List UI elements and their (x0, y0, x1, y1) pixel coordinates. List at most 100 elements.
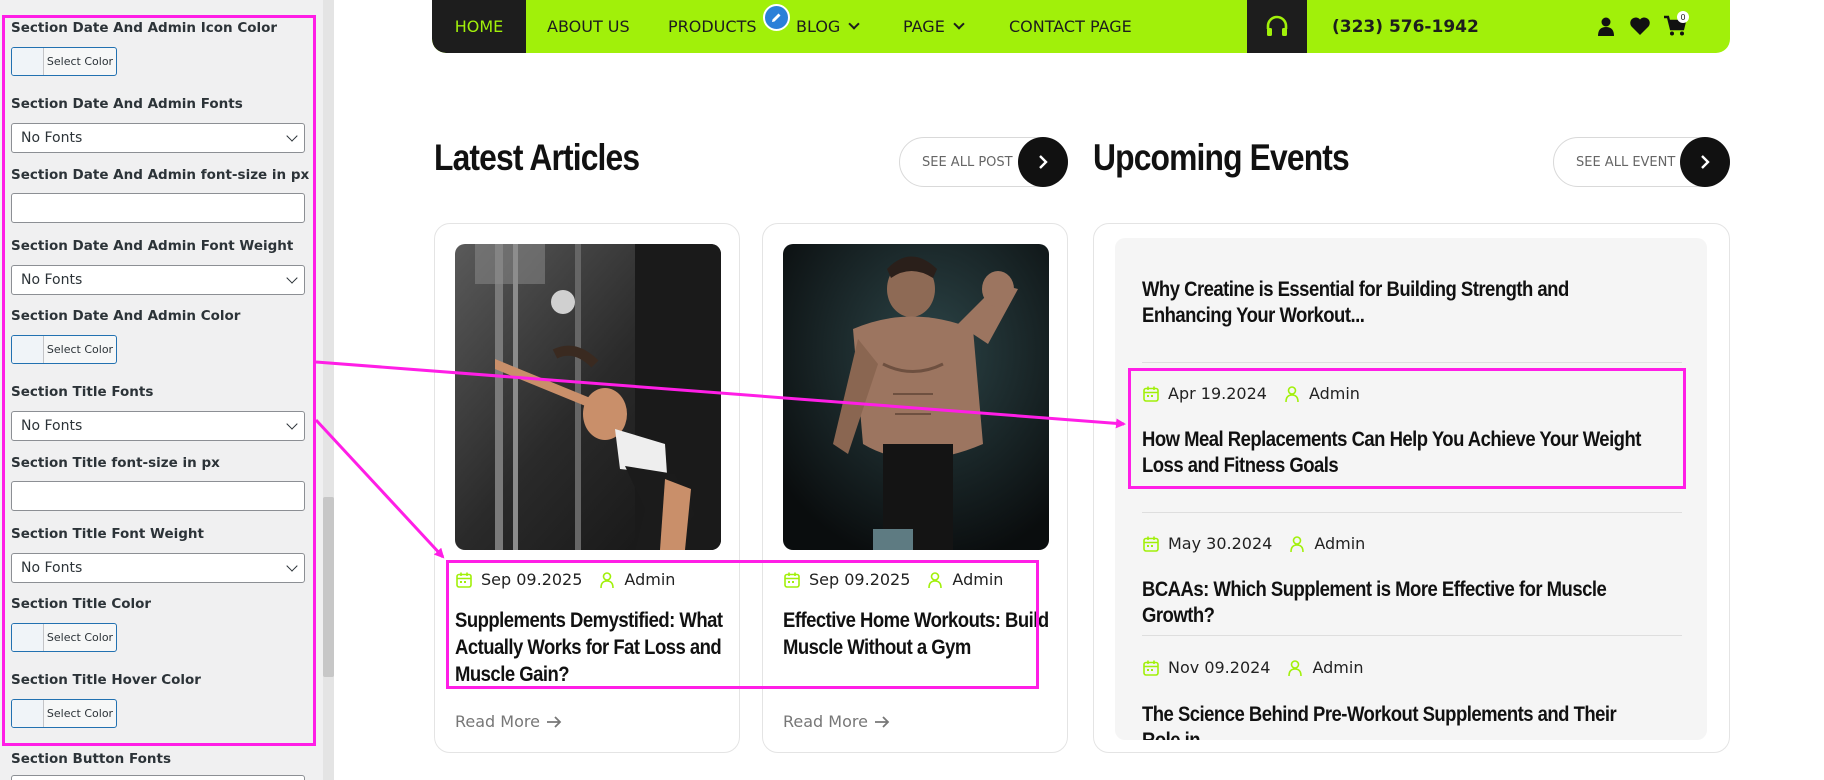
field-date-admin-color: Section Date And Admin Color Select Colo… (11, 308, 305, 364)
events-card: Why Creatine is Essential for Building S… (1093, 223, 1730, 753)
field-label: Section Title font-size in px (11, 455, 220, 471)
nav-item-home[interactable]: HOME (432, 0, 526, 53)
latest-articles-heading: Latest Articles (434, 137, 640, 178)
font-select-value: No Fonts (21, 418, 83, 434)
event-author[interactable]: Admin (1314, 534, 1365, 553)
select-color-label: Select Color (46, 707, 114, 720)
font-select[interactable]: No Fonts (11, 123, 305, 153)
event-title[interactable]: BCAAs: Which Supplement is More Effectiv… (1142, 576, 1658, 628)
select-color-label: Select Color (46, 343, 114, 356)
field-title-color: Section Title Color Select Color (11, 596, 305, 652)
article-title[interactable]: Supplements Demystified: What Actually W… (455, 607, 727, 688)
event-divider (1142, 635, 1682, 636)
article-card[interactable]: Sep 09.2025 Admin Effective Home Workout… (762, 223, 1068, 753)
nav-item-contact-page[interactable]: CONTACT PAGE (1009, 0, 1132, 53)
select-color-label: Select Color (46, 55, 114, 68)
select-color-button[interactable]: Select Color (11, 699, 117, 728)
article-meta: Sep 09.2025 Admin (455, 570, 675, 589)
sidebar-scrollbar[interactable] (323, 0, 334, 780)
article-date: Sep 09.2025 (809, 570, 911, 589)
select-color-button[interactable]: Select Color (11, 623, 117, 652)
color-swatch (12, 336, 44, 363)
color-swatch (12, 624, 44, 651)
article-author[interactable]: Admin (624, 570, 675, 589)
field-title-font-weight: Section Title Font Weight No Fonts (11, 526, 305, 583)
event-date: Apr 19.2024 (1168, 384, 1267, 403)
field-label: Section Date And Admin Icon Color (11, 20, 278, 36)
font-select[interactable]: No Fonts (11, 411, 305, 441)
nav-item-page-label: PAGE (903, 17, 945, 36)
read-more-link[interactable]: Read More (783, 712, 890, 731)
font-select-value: No Fonts (21, 130, 83, 146)
article-author[interactable]: Admin (952, 570, 1003, 589)
nav-item-products[interactable]: PRODUCTS (668, 0, 757, 53)
read-more-link[interactable]: Read More (455, 712, 562, 731)
calendar-icon (783, 571, 801, 589)
article-image-bodybuilder[interactable] (783, 244, 1049, 550)
cart-icon[interactable]: 0 (1662, 11, 1689, 38)
font-size-input[interactable] (11, 481, 305, 511)
heart-icon[interactable] (1627, 14, 1653, 38)
user-outline-icon (1283, 385, 1301, 403)
phone-number[interactable]: (323) 576-1942 (1332, 0, 1479, 53)
font-weight-select[interactable]: No Fonts (11, 553, 305, 583)
article-title[interactable]: Effective Home Workouts: Build Muscle Wi… (783, 607, 1055, 661)
scrollbar-thumb[interactable] (323, 497, 334, 677)
select-color-label: Select Color (46, 631, 114, 644)
font-select[interactable] (11, 775, 305, 780)
event-title[interactable]: Why Creatine is Essential for Building S… (1142, 276, 1658, 328)
chevron-down-icon (286, 130, 298, 142)
event-author[interactable]: Admin (1312, 658, 1363, 677)
article-meta: Sep 09.2025 Admin (783, 570, 1003, 589)
nav-item-about-us[interactable]: ABOUT US (547, 0, 630, 53)
see-all-event-label: SEE ALL EVENT (1576, 154, 1676, 170)
event-author[interactable]: Admin (1309, 384, 1360, 403)
read-more-label: Read More (783, 712, 868, 731)
event-divider (1142, 362, 1682, 363)
font-size-input[interactable] (11, 193, 305, 223)
calendar-icon (1142, 535, 1160, 553)
field-title-fonts: Section Title Fonts No Fonts (11, 384, 305, 441)
field-date-admin-icon-color: Section Date And Admin Icon Color Select… (11, 20, 305, 76)
arrow-right-icon (874, 715, 890, 728)
calendar-icon (1142, 659, 1160, 677)
font-weight-select-value: No Fonts (21, 560, 83, 576)
nav-item-blog[interactable]: BLOG (796, 0, 860, 53)
color-swatch (12, 700, 44, 727)
select-color-button[interactable]: Select Color (11, 47, 117, 76)
font-weight-select-value: No Fonts (21, 272, 83, 288)
field-label: Section Title Fonts (11, 384, 154, 400)
field-date-admin-font-size: Section Date And Admin font-size in px (11, 167, 310, 223)
field-label: Section Title Hover Color (11, 672, 201, 688)
select-color-button[interactable]: Select Color (11, 335, 117, 364)
nav-item-page[interactable]: PAGE (903, 0, 965, 53)
event-title[interactable]: How Meal Replacements Can Help You Achie… (1142, 426, 1658, 478)
see-all-post-button[interactable]: SEE ALL POST (899, 137, 1068, 187)
user-icon[interactable] (1593, 14, 1619, 38)
edit-pencil-icon[interactable] (763, 4, 790, 31)
calendar-icon (455, 571, 473, 589)
field-label: Section Date And Admin Fonts (11, 96, 243, 112)
user-outline-icon (1288, 535, 1306, 553)
event-meta: May 30.2024 Admin (1142, 534, 1365, 553)
event-divider (1142, 512, 1682, 513)
user-outline-icon (926, 571, 944, 589)
field-label: Section Date And Admin font-size in px (11, 167, 310, 183)
event-title[interactable]: The Science Behind Pre-Workout Supplemen… (1142, 701, 1658, 740)
article-date: Sep 09.2025 (481, 570, 583, 589)
user-outline-icon (1286, 659, 1304, 677)
article-card[interactable]: Sep 09.2025 Admin Supplements Demystifie… (434, 223, 740, 753)
customizer-sidebar: Section Date And Admin Icon Color Select… (0, 0, 334, 780)
font-weight-select[interactable]: No Fonts (11, 265, 305, 295)
chevron-down-icon (286, 418, 298, 430)
see-all-event-button[interactable]: SEE ALL EVENT (1553, 137, 1730, 187)
field-label: Section Title Font Weight (11, 526, 204, 542)
main-navigation: HOME ABOUT US PRODUCTS BLOG PAGE CONTACT… (432, 0, 1730, 53)
color-swatch (12, 48, 44, 75)
chevron-down-icon (848, 18, 860, 30)
event-date: May 30.2024 (1168, 534, 1273, 553)
event-meta: Nov 09.2024 Admin (1142, 658, 1363, 677)
events-list: Why Creatine is Essential for Building S… (1115, 238, 1707, 740)
article-image-gym-woman[interactable] (455, 244, 721, 550)
field-button-fonts: Section Button Fonts (11, 751, 305, 780)
